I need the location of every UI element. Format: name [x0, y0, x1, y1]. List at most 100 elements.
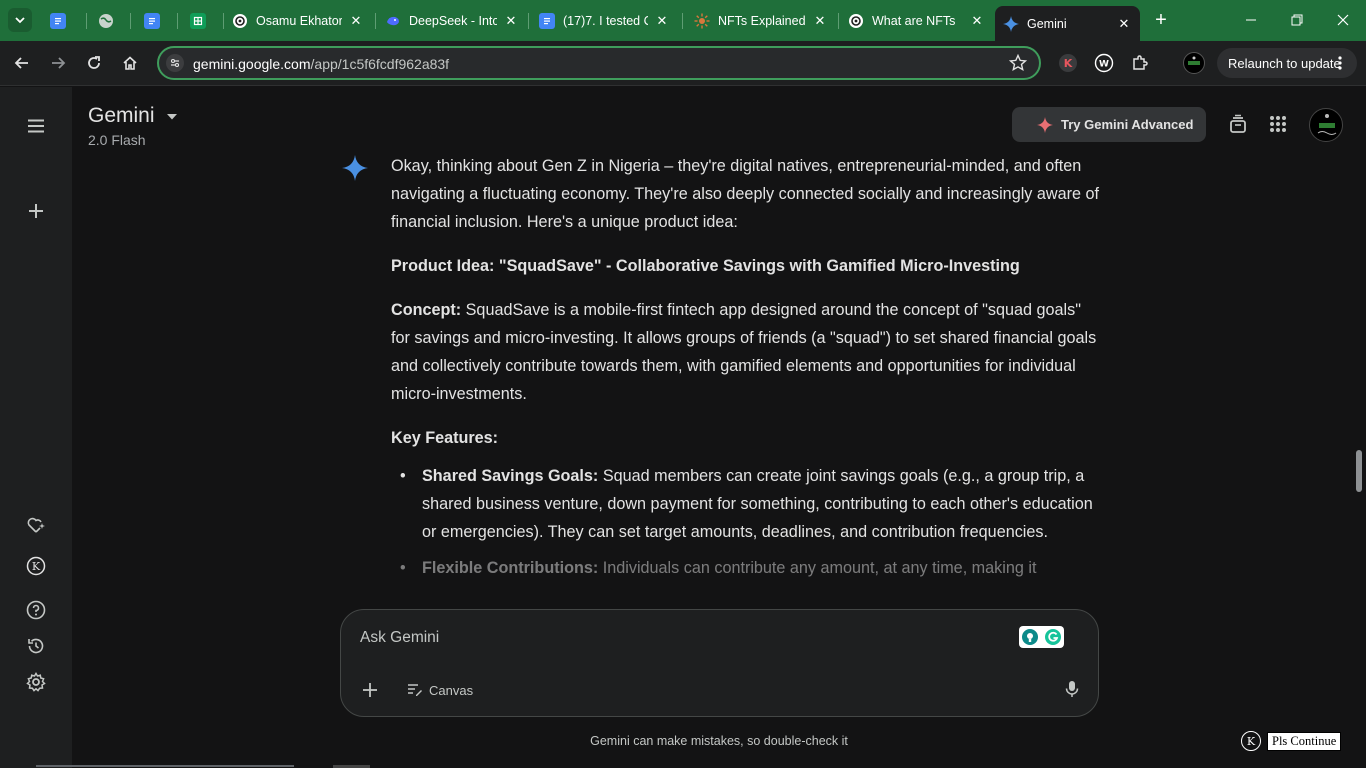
extensions-button[interactable] [1129, 52, 1151, 74]
saved-info-button[interactable] [1226, 112, 1250, 136]
forward-button[interactable] [46, 51, 70, 75]
reload-button[interactable] [82, 51, 106, 75]
tab-separator [130, 13, 131, 29]
menu-icon [28, 119, 44, 133]
svg-text:W: W [1099, 60, 1109, 70]
tab-docs-2[interactable] [136, 6, 176, 36]
close-window-button[interactable] [1320, 0, 1366, 40]
tab-separator [177, 13, 178, 29]
home-icon [123, 56, 137, 70]
extension-w-button[interactable]: W [1093, 52, 1115, 74]
svg-text:K: K [32, 560, 41, 573]
activity-button[interactable] [22, 632, 50, 660]
page-scroll-indicator [36, 765, 294, 767]
tab-globe[interactable] [90, 6, 128, 36]
home-button[interactable] [118, 51, 142, 75]
prompt-input-placeholder[interactable]: Ask Gemini [360, 629, 439, 647]
product-idea-heading: Product Idea: "SquadSave" - Collaborativ… [391, 257, 1020, 275]
pls-continue-widget[interactable]: K Pls Continue [1241, 731, 1342, 751]
model-response: Okay, thinking about Gen Z in Nigeria – … [391, 152, 1101, 607]
arrow-left-icon [14, 57, 28, 69]
try-gemini-advanced-button[interactable]: Try Gemini Advanced [1012, 107, 1206, 142]
close-icon[interactable]: ✕ [654, 13, 670, 29]
prompt-input-box[interactable]: Ask Gemini Canvas [340, 609, 1099, 717]
gear-icon [26, 672, 46, 692]
new-chat-button[interactable] [22, 197, 50, 225]
close-icon[interactable]: ✕ [503, 13, 519, 29]
browser-toolbar: gemini.google.com/app/1c5f6fcdf962a83f K… [0, 41, 1366, 86]
microphone-button[interactable] [1061, 678, 1083, 700]
tab-osamu[interactable]: Osamu Ekhator ✕ [224, 6, 372, 36]
microphone-icon [1065, 681, 1079, 697]
globe-icon [98, 13, 114, 29]
back-button[interactable] [10, 51, 34, 75]
tab-separator [528, 13, 529, 29]
add-attachment-button[interactable] [359, 679, 381, 701]
site-info-icon[interactable] [166, 54, 184, 72]
tab-label: NFTs Explained [718, 14, 806, 28]
list-item: Flexible Contributions: Individuals can … [391, 554, 1101, 582]
profile-button[interactable] [1183, 52, 1205, 74]
sheets-icon [190, 13, 206, 29]
caret-down-icon[interactable] [166, 113, 178, 121]
settings-button[interactable] [22, 668, 50, 696]
main-menu-button[interactable] [22, 112, 50, 140]
tab-deepseek[interactable]: DeepSeek - Into ✕ [377, 6, 527, 36]
tab-separator [86, 13, 87, 29]
k-circle-icon: K [26, 556, 46, 576]
feature-title: Flexible Contributions: [422, 559, 599, 577]
grammarly-widget[interactable] [1019, 626, 1064, 648]
account-avatar[interactable] [1309, 108, 1343, 142]
relaunch-to-update-button[interactable]: Relaunch to update [1217, 48, 1357, 78]
try-advanced-label: Try Gemini Advanced [1061, 117, 1194, 132]
model-name[interactable]: 2.0 Flash [88, 132, 146, 148]
openai-icon [232, 13, 248, 29]
profile-avatar-icon [1183, 52, 1205, 74]
google-apps-button[interactable] [1266, 112, 1290, 136]
k-extension-rail-button[interactable]: K [22, 552, 50, 580]
docs-icon [144, 13, 160, 29]
plus-icon [363, 683, 377, 697]
tab-docs-1[interactable] [42, 6, 84, 36]
k-badge-icon: K [1241, 731, 1261, 751]
chevron-down-icon [15, 17, 25, 24]
close-icon[interactable]: ✕ [969, 13, 985, 29]
tab-separator [838, 13, 839, 29]
tab-nfts-explained[interactable]: NFTs Explained ✕ [686, 6, 836, 36]
tab-sheets[interactable] [182, 6, 222, 36]
openai-icon [848, 13, 864, 29]
close-icon[interactable]: ✕ [348, 13, 364, 29]
close-icon[interactable]: ✕ [812, 13, 828, 29]
canvas-button[interactable]: Canvas [407, 678, 473, 702]
sparkle-icon [1037, 116, 1053, 133]
url-path: /app/1c5f6fcdf962a83f [310, 56, 450, 72]
restore-button[interactable] [1274, 0, 1320, 40]
arrow-right-icon [52, 57, 66, 69]
concept-label: Concept: [391, 301, 462, 319]
tab-search-button[interactable] [8, 8, 32, 32]
tab-strip: Osamu Ekhator ✕ DeepSeek - Into ✕ (17)7.… [0, 0, 1366, 41]
tab-label: What are NFTs [872, 14, 956, 28]
tab-label: Gemini [1027, 16, 1067, 31]
minimize-button[interactable] [1228, 0, 1274, 40]
address-bar[interactable]: gemini.google.com/app/1c5f6fcdf962a83f [157, 46, 1041, 80]
w-extension-icon: W [1094, 53, 1114, 73]
response-intro: Okay, thinking about Gen Z in Nigeria – … [391, 157, 1099, 231]
tab-tested[interactable]: (17)7. I tested C ✕ [531, 6, 678, 36]
canvas-label: Canvas [429, 682, 474, 698]
help-button[interactable] [22, 596, 50, 624]
bookmark-star-icon[interactable] [1009, 54, 1027, 72]
close-icon[interactable]: ✕ [1116, 16, 1132, 32]
app-title[interactable]: Gemini [88, 104, 155, 128]
new-tab-button[interactable]: + [1150, 9, 1172, 31]
svg-text:K: K [1064, 57, 1073, 70]
extension-k-button[interactable]: K [1057, 52, 1079, 74]
docs-icon [50, 13, 66, 29]
pls-continue-button[interactable]: Pls Continue [1267, 731, 1342, 751]
tab-what-are-nfts[interactable]: What are NFTs ✕ [840, 6, 993, 36]
gems-button[interactable] [22, 511, 50, 539]
features-list: Shared Savings Goals: Squad members can … [391, 462, 1101, 582]
docs-icon [539, 13, 555, 29]
tab-gemini[interactable]: Gemini ✕ [995, 6, 1140, 41]
scrollbar-thumb[interactable] [1356, 450, 1362, 492]
